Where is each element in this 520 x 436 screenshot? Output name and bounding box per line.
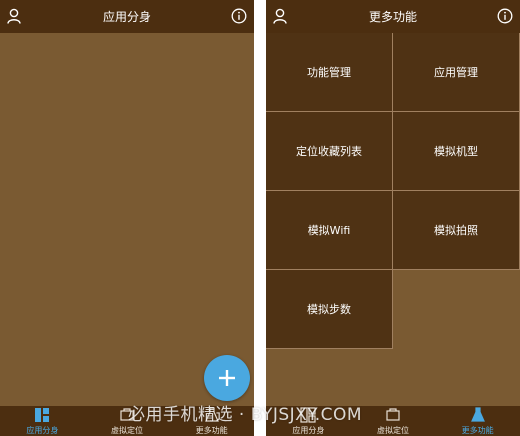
tab-label: 更多功能 bbox=[461, 426, 494, 435]
watermark-text: 必用手机精选 · BYJSJXY.COM bbox=[128, 405, 363, 425]
feature-simulate-camera[interactable]: 模拟拍照 bbox=[393, 191, 520, 270]
tab-label: 更多功能 bbox=[195, 426, 228, 435]
flask-icon bbox=[470, 407, 485, 422]
tab-label: 应用分身 bbox=[292, 426, 325, 435]
tab-more-features[interactable]: 更多功能 bbox=[435, 406, 520, 436]
feature-simulate-steps[interactable]: 模拟步数 bbox=[266, 270, 393, 349]
screen-app-clone: 应用分身 应用分身 虚拟定位 更多功能 bbox=[0, 0, 254, 436]
top-bar: 更多功能 bbox=[266, 0, 520, 33]
feature-simulate-wifi[interactable]: 模拟Wifi bbox=[266, 191, 393, 270]
user-icon[interactable] bbox=[7, 8, 21, 24]
feature-grid-area: 功能管理 应用管理 定位收藏列表 模拟机型 模拟Wifi 模拟拍照 模拟步数 bbox=[266, 33, 520, 406]
apps-grid-icon bbox=[35, 408, 50, 422]
screen-more-features: 更多功能 功能管理 应用管理 定位收藏列表 模拟机型 模拟Wifi 模拟拍照 模… bbox=[266, 0, 520, 436]
page-title: 应用分身 bbox=[102, 10, 151, 24]
clone-list-area bbox=[0, 33, 254, 406]
plus-icon bbox=[219, 370, 235, 386]
tab-label: 应用分身 bbox=[26, 426, 59, 435]
info-icon[interactable] bbox=[231, 8, 247, 24]
user-icon[interactable] bbox=[273, 8, 287, 24]
info-icon[interactable] bbox=[497, 8, 513, 24]
page-title: 更多功能 bbox=[368, 10, 417, 24]
top-bar: 应用分身 bbox=[0, 0, 254, 33]
tab-app-clone[interactable]: 应用分身 bbox=[0, 406, 85, 436]
tab-label: 虚拟定位 bbox=[111, 426, 143, 435]
screen-divider bbox=[254, 0, 266, 436]
add-app-button[interactable] bbox=[204, 355, 250, 401]
feature-function-manage[interactable]: 功能管理 bbox=[266, 33, 393, 112]
feature-app-manage[interactable]: 应用管理 bbox=[393, 33, 520, 112]
location-icon bbox=[386, 408, 400, 421]
feature-simulate-device[interactable]: 模拟机型 bbox=[393, 112, 520, 191]
feature-grid: 功能管理 应用管理 定位收藏列表 模拟机型 模拟Wifi 模拟拍照 模拟步数 bbox=[266, 33, 520, 349]
tab-virtual-location[interactable]: 虚拟定位 bbox=[351, 406, 436, 436]
feature-location-favorites[interactable]: 定位收藏列表 bbox=[266, 112, 393, 191]
tab-label: 虚拟定位 bbox=[377, 426, 409, 435]
